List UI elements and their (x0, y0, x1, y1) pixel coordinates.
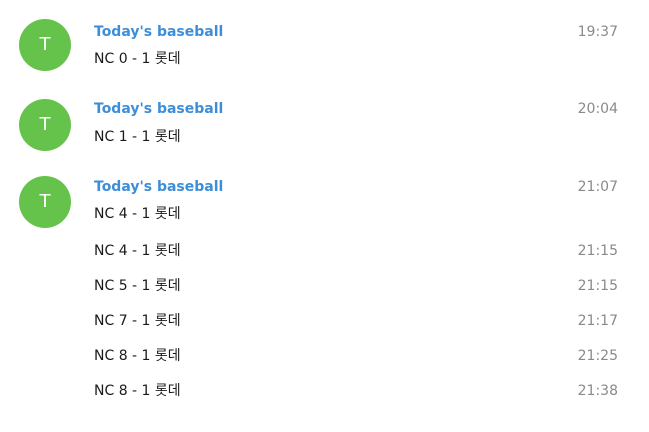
message-time: 21:15 (577, 243, 618, 259)
message-text: NC 1 - 1 롯데 (94, 129, 181, 145)
sender-name[interactable]: Today's baseball (94, 178, 223, 196)
message-text: NC 4 - 1 롯데 (94, 243, 181, 259)
message-text: NC 8 - 1 롯데 (94, 383, 181, 399)
message-text: NC 0 - 1 롯데 (94, 51, 181, 67)
message-time: 21:15 (577, 278, 618, 294)
sender-name[interactable]: Today's baseball (94, 100, 223, 118)
message-time: 21:17 (577, 313, 618, 329)
message-time: 21:07 (577, 179, 618, 195)
sender-name[interactable]: Today's baseball (94, 23, 223, 41)
avatar[interactable]: T (19, 176, 71, 228)
avatar[interactable]: T (19, 99, 71, 151)
message-time: 19:37 (577, 24, 618, 40)
message-time: 20:04 (577, 101, 618, 117)
message-text: NC 5 - 1 롯데 (94, 278, 181, 294)
message-time: 21:25 (577, 348, 618, 364)
message-text: NC 7 - 1 롯데 (94, 313, 181, 329)
message-text: NC 8 - 1 롯데 (94, 348, 181, 364)
message-text: NC 4 - 1 롯데 (94, 206, 181, 222)
avatar[interactable]: T (19, 19, 71, 71)
message-time: 21:38 (577, 383, 618, 399)
